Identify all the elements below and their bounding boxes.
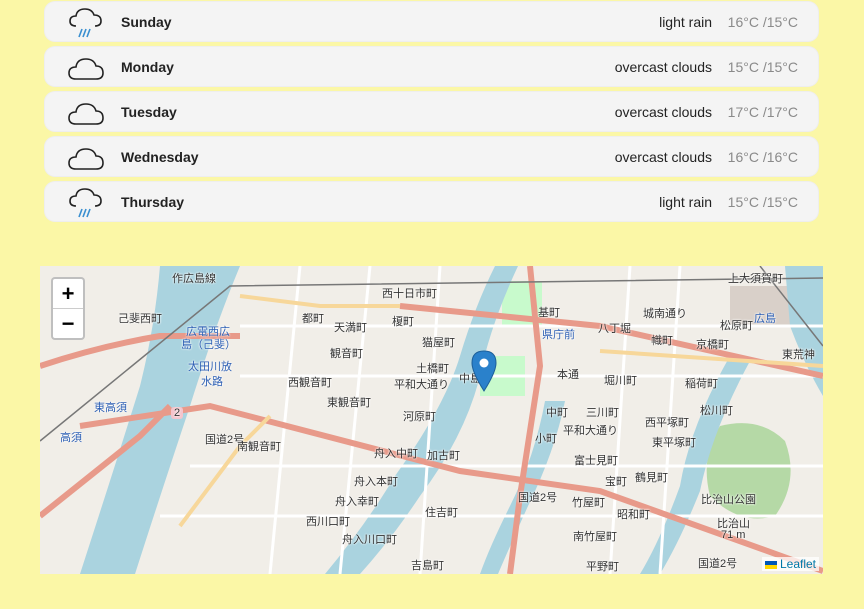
map-label: 平野町 bbox=[586, 561, 619, 573]
map-marker-icon[interactable] bbox=[471, 350, 497, 392]
map-label: 東平塚町 bbox=[652, 437, 696, 449]
map-label: 鶴見町 bbox=[635, 472, 668, 484]
map-label: 南竹屋町 bbox=[573, 531, 617, 543]
forecast-day: Sunday bbox=[121, 14, 172, 30]
forecast-description: overcast clouds bbox=[614, 149, 712, 165]
map-label: 舟入本町 bbox=[354, 476, 398, 488]
map-label: 島（己斐） bbox=[181, 339, 236, 351]
map-label: 都町 bbox=[302, 313, 324, 325]
forecast-row-monday: Monday overcast clouds 15°C /15°C bbox=[45, 47, 818, 86]
ukraine-flag-icon bbox=[764, 560, 777, 569]
map-label: 天満町 bbox=[334, 322, 367, 334]
map-label: 平和大通り bbox=[563, 425, 618, 437]
map-label: 住吉町 bbox=[425, 507, 458, 519]
map-label: 松原町 bbox=[720, 320, 753, 332]
map-label: 宝町 bbox=[605, 476, 627, 488]
forecast-row-thursday: Thursday light rain 15°C /15°C bbox=[45, 182, 818, 221]
map-label: 加古町 bbox=[427, 450, 460, 462]
map-label: 東観音町 bbox=[327, 397, 371, 409]
cloud-icon bbox=[68, 58, 104, 80]
map-label: 高須 bbox=[60, 432, 82, 444]
zoom-control: + − bbox=[51, 277, 85, 340]
map-label: 作広島線 bbox=[172, 273, 216, 285]
map-label: 太田川放 bbox=[188, 361, 232, 373]
map-label: 基町 bbox=[538, 307, 560, 319]
map-label: 西観音町 bbox=[288, 377, 332, 389]
map-label: 71 m bbox=[721, 529, 746, 541]
forecast-description: light rain bbox=[659, 194, 712, 210]
forecast-description: light rain bbox=[659, 14, 712, 30]
rain-cloud-icon bbox=[69, 8, 102, 38]
map-attribution: Leaflet bbox=[761, 557, 819, 571]
map-label: 堀川町 bbox=[604, 375, 637, 387]
forecast-temps: 15°C /15°C bbox=[727, 194, 798, 210]
map-label: 城南通り bbox=[643, 308, 687, 320]
forecast-day: Thursday bbox=[121, 194, 185, 210]
rain-cloud-icon bbox=[69, 188, 102, 218]
map-label: 水路 bbox=[201, 376, 223, 388]
map-label: 国道2号 bbox=[518, 492, 558, 504]
map-label: 中町 bbox=[546, 407, 568, 419]
map-label: 広島 bbox=[754, 313, 776, 325]
map-label: 京橋町 bbox=[696, 339, 729, 351]
map-label: 竹屋町 bbox=[572, 497, 605, 509]
zoom-in-button[interactable]: + bbox=[53, 279, 83, 309]
map-label: 舟入中町 bbox=[374, 448, 418, 460]
map-label: 南観音町 bbox=[237, 441, 281, 453]
map-label: 昭和町 bbox=[617, 509, 650, 521]
forecast-day: Monday bbox=[121, 59, 174, 75]
forecast-day: Wednesday bbox=[121, 149, 199, 165]
map-label: 己斐西町 bbox=[118, 313, 162, 325]
map-label: 猫屋町 bbox=[422, 337, 455, 349]
map-label: 幟町 bbox=[651, 335, 673, 347]
map-label: 舟入幸町 bbox=[335, 496, 379, 508]
map-label: 西十日市町 bbox=[382, 288, 437, 300]
map-label: 松川町 bbox=[700, 405, 733, 417]
map-label: 富士見町 bbox=[574, 455, 618, 467]
forecast-temps: 16°C /16°C bbox=[727, 149, 798, 165]
map-label: 西川口町 bbox=[306, 516, 350, 528]
forecast-day: Tuesday bbox=[121, 104, 177, 120]
forecast-description: overcast clouds bbox=[614, 59, 712, 75]
map-label: 西平塚町 bbox=[645, 417, 689, 429]
map-label: 吉島町 bbox=[411, 560, 444, 572]
map-label: 小町 bbox=[535, 433, 557, 445]
forecast-temps: 17°C /17°C bbox=[727, 104, 798, 120]
map-label: 稲荷町 bbox=[685, 378, 718, 390]
map-label: 観音町 bbox=[330, 348, 363, 360]
map-label: 舟入川口町 bbox=[342, 534, 397, 546]
leaflet-link[interactable]: Leaflet bbox=[780, 557, 816, 571]
map-label: 平和大通り bbox=[394, 379, 449, 391]
map-label: 比治山公園 bbox=[701, 494, 756, 506]
zoom-out-button[interactable]: − bbox=[53, 309, 83, 338]
map-label: 本通 bbox=[557, 369, 579, 381]
forecast-row-tuesday: Tuesday overcast clouds 17°C /17°C bbox=[45, 92, 818, 131]
map-label: 榎町 bbox=[392, 316, 414, 328]
map-label: 三川町 bbox=[586, 407, 619, 419]
forecast-row-wednesday: Wednesday overcast clouds 16°C /16°C bbox=[45, 137, 818, 176]
map-label: 上大須賀町 bbox=[728, 273, 783, 285]
forecast-temps: 16°C /15°C bbox=[727, 14, 798, 30]
map-label: 東高須 bbox=[94, 402, 127, 414]
cloud-icon bbox=[68, 103, 104, 125]
map-label: 河原町 bbox=[403, 411, 436, 423]
cloud-icon bbox=[68, 148, 104, 170]
forecast-temps: 15°C /15°C bbox=[727, 59, 798, 75]
map-label: 東荒神 bbox=[782, 349, 815, 361]
forecast-description: overcast clouds bbox=[614, 104, 712, 120]
map-label: 八丁堀 bbox=[598, 323, 631, 335]
map-label: 国道2号 bbox=[698, 558, 738, 570]
map-label: 土橋町 bbox=[416, 363, 449, 375]
route-shield: 2 bbox=[171, 407, 184, 419]
map-view[interactable]: 作広島線 西十日市町 己斐西町 広電西広 島（己斐） 都町 天満町 榎町 猫屋町… bbox=[40, 266, 823, 574]
map-label: 県庁前 bbox=[542, 329, 575, 341]
forecast-row-sunday: Sunday light rain 16°C /15°C bbox=[45, 2, 818, 41]
